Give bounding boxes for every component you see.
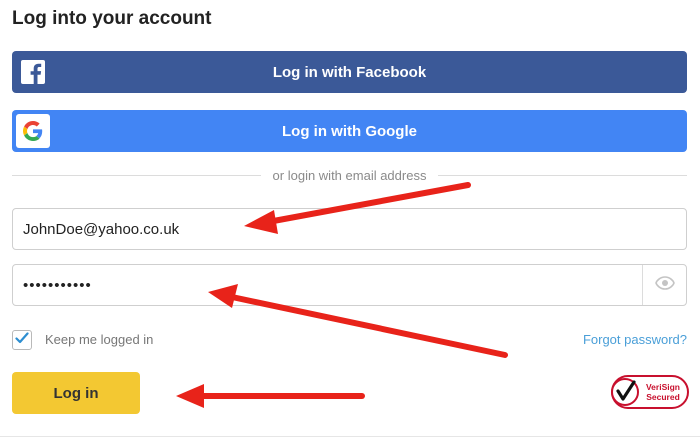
google-login-button[interactable]: Log in with Google <box>12 110 687 152</box>
divider-line-right <box>438 174 687 176</box>
verisign-badge: VeriSign Secured <box>611 372 689 412</box>
forgot-password-link[interactable]: Forgot password? <box>583 332 687 347</box>
email-field-wrapper <box>12 208 687 250</box>
verisign-text-line2: Secured <box>646 392 680 402</box>
show-password-button[interactable] <box>642 265 686 305</box>
eye-icon <box>654 275 675 295</box>
keep-logged-in-checkbox[interactable] <box>12 330 32 350</box>
email-input[interactable] <box>13 209 686 249</box>
or-divider: or login with email address <box>12 166 687 184</box>
password-field-wrapper <box>12 264 687 306</box>
divider-text: or login with email address <box>272 167 427 183</box>
arrow-to-login <box>176 384 365 408</box>
page-title: Log into your account <box>12 8 212 29</box>
facebook-login-button[interactable]: Log in with Facebook <box>12 51 687 93</box>
checkmark-icon <box>15 331 29 349</box>
login-button[interactable]: Log in <box>12 372 140 414</box>
facebook-login-label: Log in with Facebook <box>272 63 427 81</box>
facebook-icon <box>18 57 48 87</box>
google-login-label: Log in with Google <box>282 122 417 140</box>
password-input[interactable] <box>13 265 642 305</box>
bottom-divider <box>0 436 700 437</box>
verisign-text-line1: VeriSign <box>646 382 680 392</box>
keep-logged-in-label: Keep me logged in <box>45 332 154 347</box>
google-icon <box>16 114 50 148</box>
divider-line-left <box>12 174 261 176</box>
